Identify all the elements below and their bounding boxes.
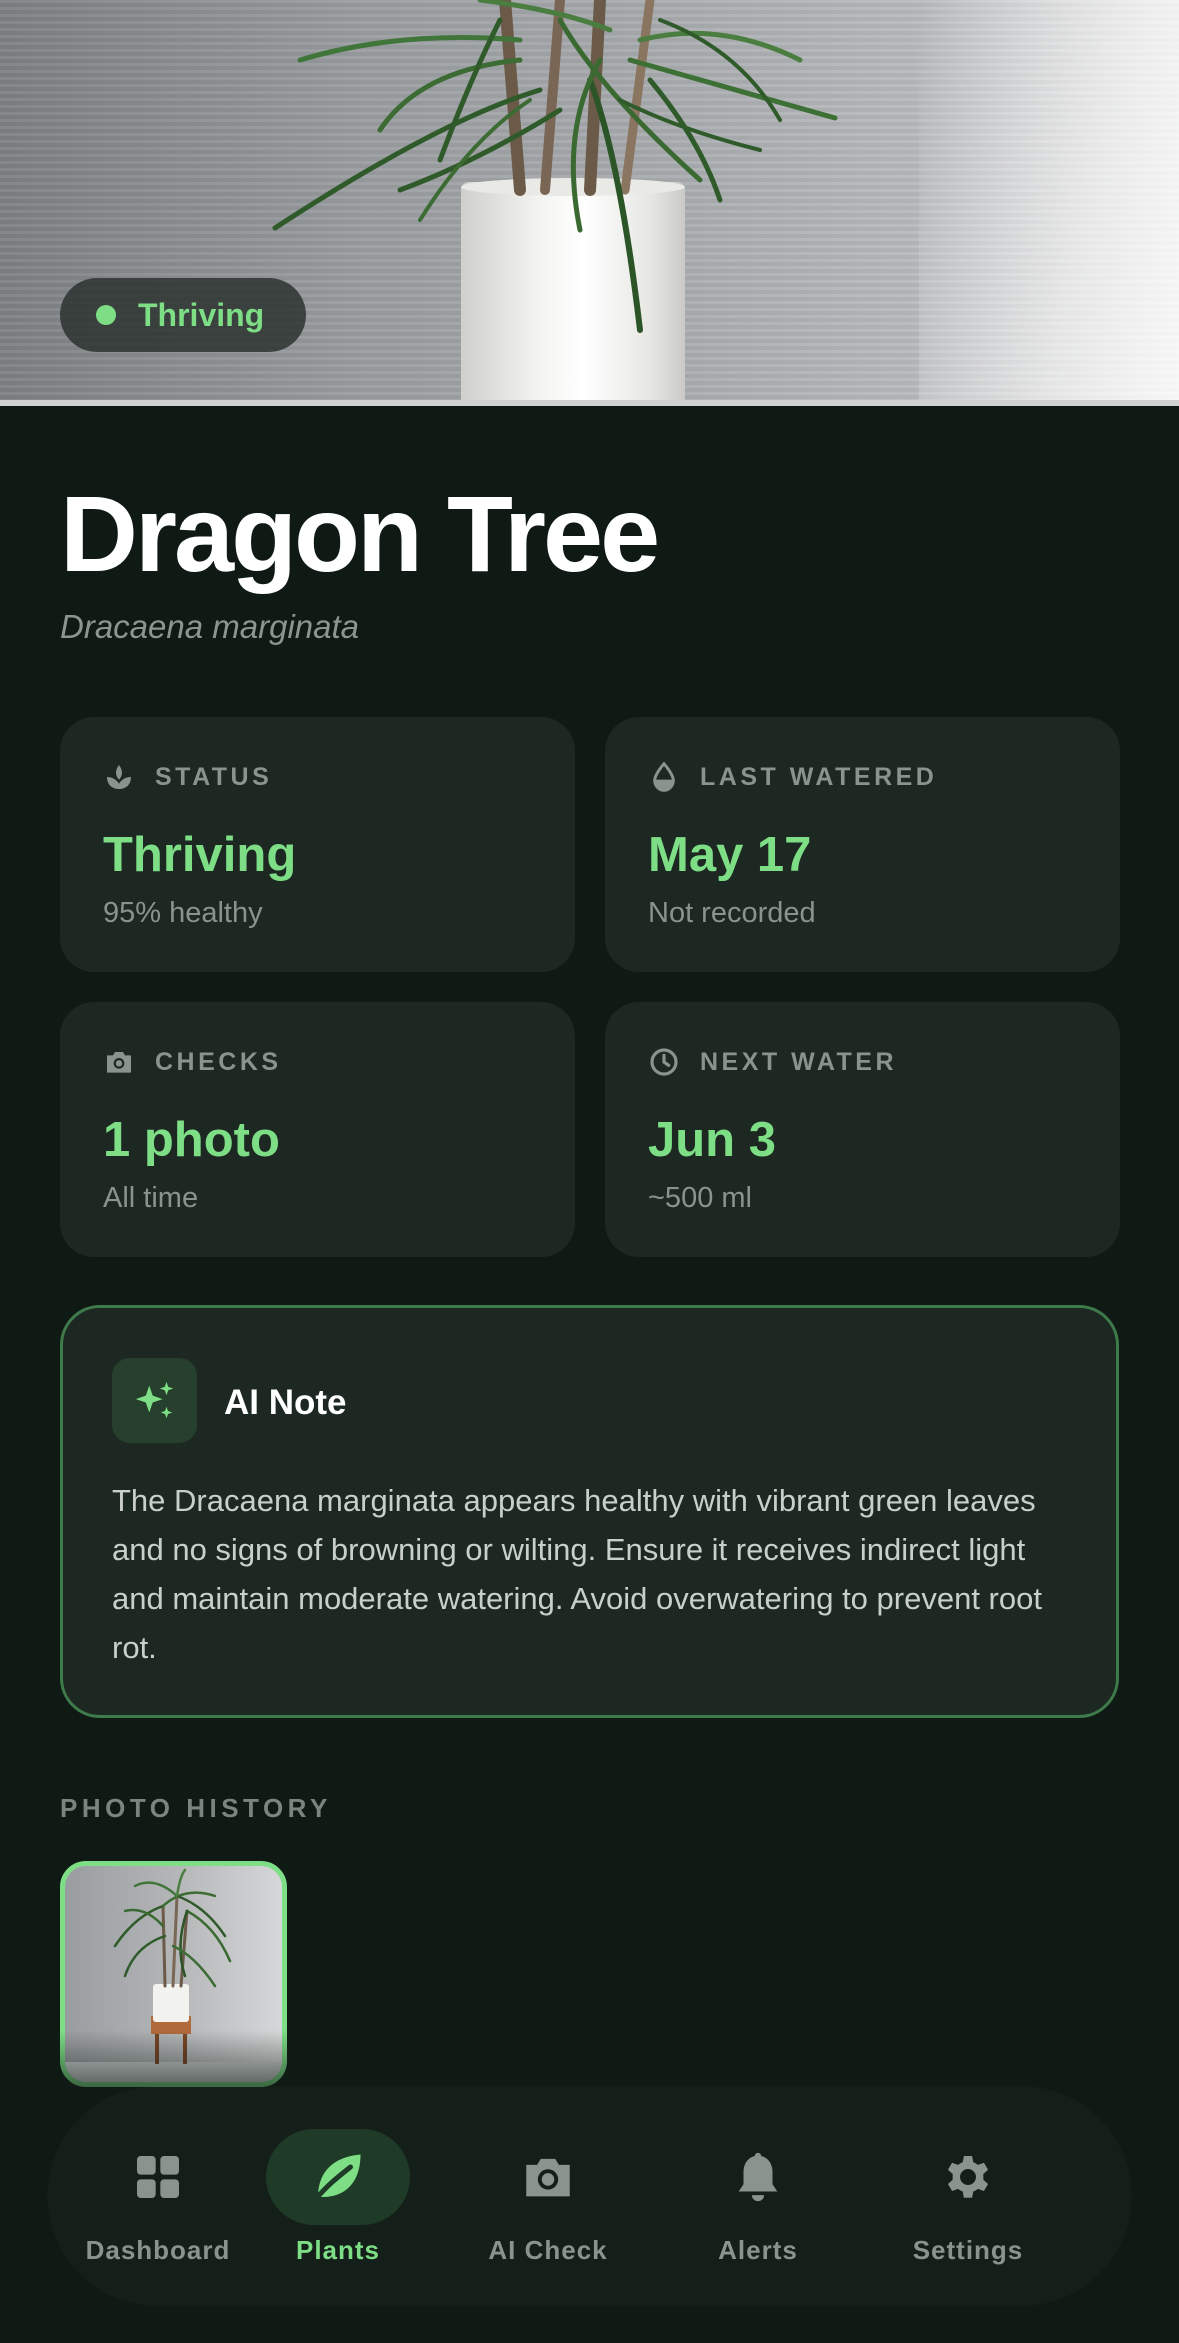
water-drop-icon	[653, 761, 675, 792]
bell-icon	[738, 2152, 778, 2202]
stat-value: Jun 3	[648, 1113, 776, 1167]
leaf-icon	[313, 2154, 361, 2202]
nav-label: Settings	[912, 2235, 1024, 2265]
stat-label: LAST WATERED	[700, 762, 938, 791]
nav-item-ai-check[interactable]: AI Check	[458, 2129, 638, 2279]
camera-icon	[526, 2158, 570, 2197]
stat-subtext: ~500 ml	[648, 1182, 752, 1214]
nav-label: Alerts	[718, 2235, 798, 2265]
status-dot-icon	[96, 305, 116, 325]
plant-name: Dragon Tree	[60, 473, 660, 594]
camera-icon	[107, 1052, 131, 1073]
nav-item-alerts[interactable]: Alerts	[668, 2129, 848, 2279]
nav-label: Plants	[295, 2235, 381, 2265]
bottom-nav: Dashboard Plants AI Check Alerts Setting…	[48, 2087, 1131, 2305]
stat-subtext: 95% healthy	[103, 897, 263, 929]
stat-label: CHECKS	[155, 1047, 282, 1076]
stat-card-status: STATUS Thriving 95% healthy	[60, 717, 575, 972]
sparkles-icon	[112, 1358, 197, 1443]
stat-value: 1 photo	[103, 1113, 280, 1167]
nav-item-plants[interactable]: Plants	[248, 2129, 428, 2279]
stat-card-checks: CHECKS 1 photo All time	[60, 1002, 575, 1257]
stat-label: NEXT WATER	[700, 1047, 898, 1076]
stat-subtext: All time	[103, 1182, 199, 1214]
ai-note-title: AI Note	[224, 1383, 347, 1422]
plant-status-chip: Thriving	[60, 278, 306, 352]
ai-note-body: The Dracaena marginata appears healthy w…	[112, 1483, 1042, 1665]
plant-scientific-name: Dracaena marginata	[60, 608, 359, 645]
plant-hero-image: Thriving	[0, 0, 1179, 406]
stat-subtext: Not recorded	[648, 897, 816, 929]
nav-label: AI Check	[488, 2235, 608, 2265]
ai-note-card: AI Note The Dracaena marginata appears h…	[60, 1305, 1119, 1718]
stat-label: STATUS	[155, 762, 273, 791]
nav-item-dashboard[interactable]: Dashboard	[68, 2129, 248, 2279]
stat-card-last-watered: LAST WATERED May 17 Not recorded	[605, 717, 1120, 972]
clock-icon	[650, 1048, 678, 1076]
photo-history-heading: PHOTO HISTORY	[60, 1793, 332, 1823]
stat-card-next-water: NEXT WATER Jun 3 ~500 ml	[605, 1002, 1120, 1257]
plant-sprout-icon	[107, 765, 131, 789]
stat-value: May 17	[648, 828, 812, 882]
nav-item-settings[interactable]: Settings	[878, 2129, 1058, 2279]
grid-icon	[137, 2156, 179, 2198]
status-chip-label: Thriving	[138, 296, 265, 333]
nav-label: Dashboard	[85, 2235, 231, 2265]
gear-icon	[947, 2155, 989, 2198]
stat-value: Thriving	[103, 828, 297, 882]
